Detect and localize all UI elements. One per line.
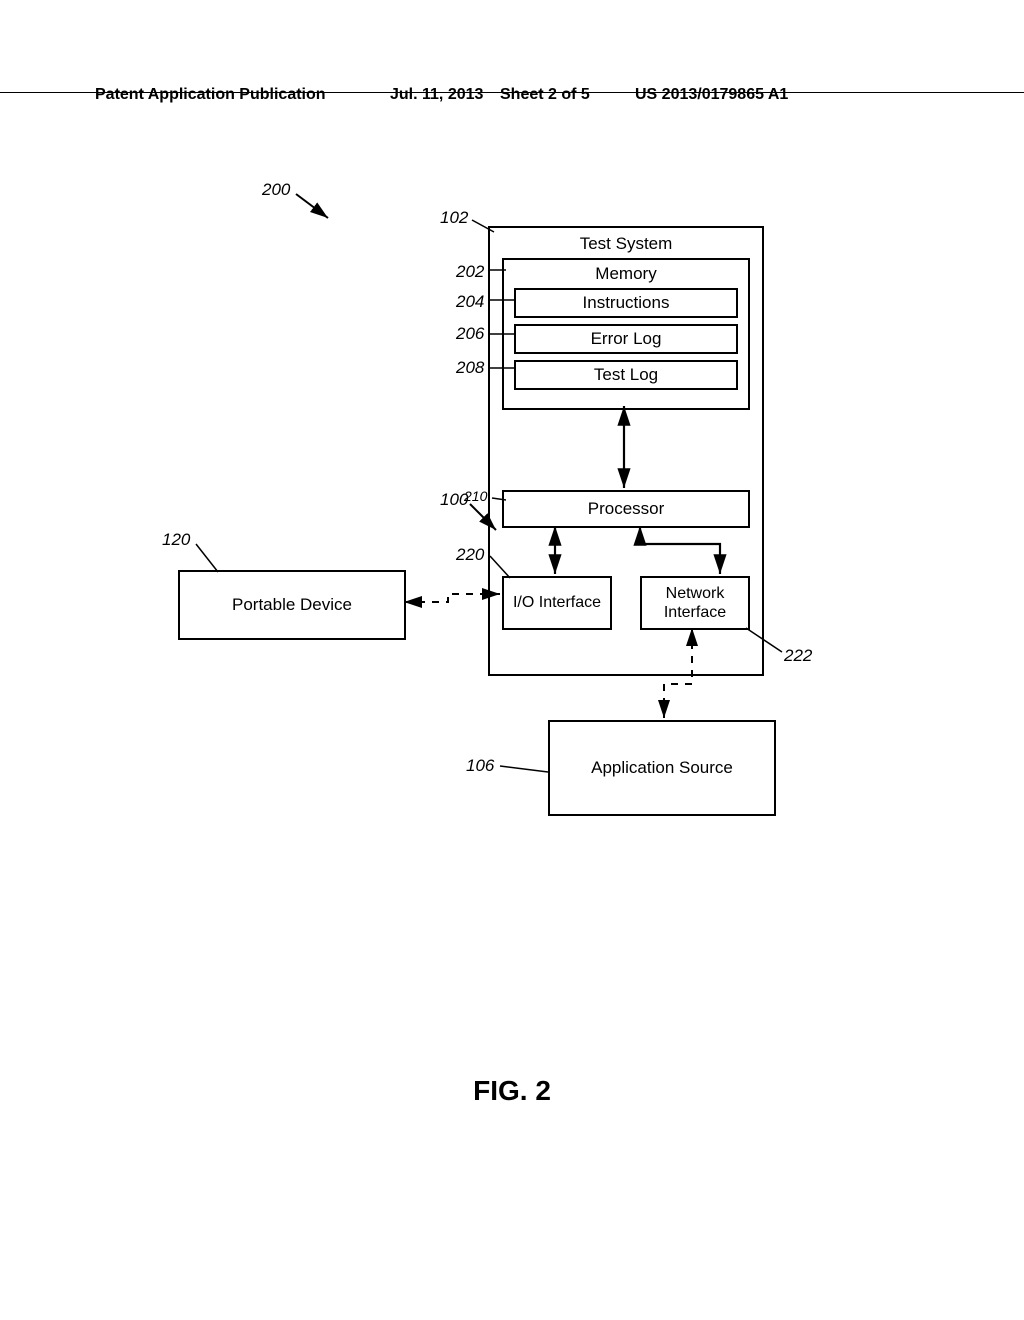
diagram-arrows (0, 0, 1024, 1320)
